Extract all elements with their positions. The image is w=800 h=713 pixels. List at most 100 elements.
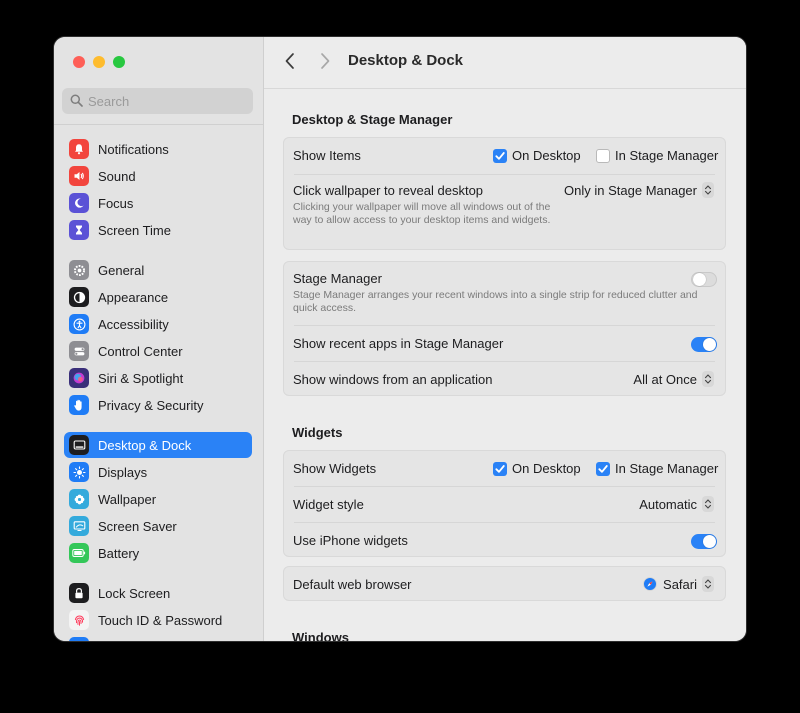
iphone-widgets-row: Use iPhone widgets <box>284 523 725 557</box>
show-widgets-in-stage-manager-label: In Stage Manager <box>615 461 719 476</box>
widget-style-select[interactable]: Automatic <box>639 496 714 512</box>
sidebar-item-screen-time[interactable]: Screen Time <box>64 217 252 243</box>
show-items-on-desktop-checkbox[interactable] <box>493 149 507 163</box>
zoom-window-button[interactable] <box>113 56 125 68</box>
screensaver-icon <box>69 516 89 536</box>
widget-style-label: Widget style <box>293 497 364 512</box>
fingerprint-icon <box>69 610 89 630</box>
section-title-widgets: Widgets <box>292 425 343 440</box>
windows-from-app-select[interactable]: All at Once <box>633 371 714 387</box>
show-widgets-in-stage-manager-checkbox[interactable] <box>596 462 610 476</box>
up-down-chevron-icon <box>702 182 714 198</box>
appearance-icon <box>69 287 89 307</box>
checkmark-icon <box>495 152 505 160</box>
show-items-row: Show Items On Desktop In Stage Manager <box>284 138 725 174</box>
desktop-settings-card: Show Items On Desktop In Stage Manager C… <box>283 137 726 250</box>
accessibility-icon <box>69 314 89 334</box>
click-wallpaper-label: Click wallpaper to reveal desktop <box>293 183 484 198</box>
sidebar-item-accessibility[interactable]: Accessibility <box>64 311 252 337</box>
checkmark-icon <box>495 465 505 473</box>
sidebar-item-desktop-dock[interactable]: Desktop & Dock <box>64 432 252 458</box>
click-wallpaper-value: Only in Stage Manager <box>564 182 697 198</box>
sidebar-item-lock-screen[interactable]: Lock Screen <box>64 580 252 606</box>
sidebar-item-control-center[interactable]: Control Center <box>64 338 252 364</box>
sidebar-item-label: Focus <box>98 195 134 211</box>
search-field[interactable] <box>62 88 253 114</box>
sidebar-item-touch-id[interactable]: Touch ID & Password <box>64 607 252 633</box>
page-title: Desktop & Dock <box>348 52 464 69</box>
safari-icon <box>643 577 657 591</box>
sidebar: Notifications Sound Focus Screen Time <box>54 37 264 641</box>
section-title-windows: Windows <box>292 630 349 641</box>
sidebar-item-label: Touch ID & Password <box>98 612 223 628</box>
speaker-icon <box>69 166 89 186</box>
sidebar-item-label: Control Center <box>98 343 183 359</box>
sidebar-item-focus[interactable]: Focus <box>64 190 252 216</box>
moon-icon <box>69 193 89 213</box>
section-title-desktop-stage-manager: Desktop & Stage Manager <box>292 112 453 127</box>
toggle-knob <box>703 535 716 548</box>
minimize-window-button[interactable] <box>93 56 105 68</box>
show-widgets-row: Show Widgets On Desktop In Stage Manager <box>284 451 725 486</box>
stage-manager-description: Stage Manager arranges your recent windo… <box>293 289 698 314</box>
sidebar-item-privacy-security[interactable]: Privacy & Security <box>64 392 252 418</box>
recent-apps-toggle[interactable] <box>691 337 717 352</box>
sidebar-item-wallpaper[interactable]: Wallpaper <box>64 486 252 512</box>
back-chevron-icon[interactable] <box>284 52 296 70</box>
show-widgets-on-desktop-checkbox[interactable] <box>493 462 507 476</box>
sidebar-item-label: Accessibility <box>98 316 169 332</box>
dock-icon <box>69 435 89 455</box>
settings-window: Notifications Sound Focus Screen Time <box>54 37 746 641</box>
sidebar-item-displays[interactable]: Displays <box>64 459 252 485</box>
show-items-in-stage-manager-checkbox[interactable] <box>596 149 610 163</box>
click-wallpaper-row: Click wallpaper to reveal desktop Clicki… <box>284 175 725 250</box>
show-items-in-stage-manager-label: In Stage Manager <box>615 148 719 163</box>
iphone-widgets-label: Use iPhone widgets <box>293 533 408 548</box>
bell-icon <box>69 139 89 159</box>
toolbar: Desktop & Dock <box>264 37 746 89</box>
sidebar-item-notifications[interactable]: Notifications <box>64 136 252 162</box>
sidebar-item-label: Displays <box>98 464 148 480</box>
close-window-button[interactable] <box>73 56 85 68</box>
iphone-widgets-toggle[interactable] <box>691 534 717 549</box>
browser-card: Default web browser Safari <box>283 566 726 601</box>
sidebar-item-siri-spotlight[interactable]: Siri & Spotlight <box>64 365 252 391</box>
users-icon <box>69 637 89 641</box>
sidebar-item-partial[interactable] <box>64 634 252 641</box>
sidebar-item-screen-saver[interactable]: Screen Saver <box>64 513 252 539</box>
sidebar-item-appearance[interactable]: Appearance <box>64 284 252 310</box>
stage-manager-card: Stage Manager Stage Manager arranges you… <box>283 261 726 396</box>
stage-manager-toggle[interactable] <box>691 272 717 287</box>
widgets-card: Show Widgets On Desktop In Stage Manager… <box>283 450 726 557</box>
sidebar-item-general[interactable]: General <box>64 257 252 283</box>
up-down-chevron-icon <box>702 496 714 512</box>
show-widgets-label: Show Widgets <box>293 461 377 476</box>
sidebar-divider <box>54 124 263 125</box>
hourglass-icon <box>69 220 89 240</box>
sidebar-item-battery[interactable]: Battery <box>64 540 252 566</box>
show-items-on-desktop-label: On Desktop <box>512 148 581 163</box>
sidebar-item-label: Siri & Spotlight <box>98 370 184 386</box>
flower-icon <box>69 489 89 509</box>
hand-icon <box>69 395 89 415</box>
main-content: Desktop & Dock Desktop & Stage Manager S… <box>264 37 746 641</box>
sidebar-item-label: Appearance <box>98 289 169 305</box>
sidebar-item-label: Notifications <box>98 141 169 157</box>
recent-apps-label: Show recent apps in Stage Manager <box>293 336 504 351</box>
sidebar-item-label: Wallpaper <box>98 491 157 507</box>
sidebar-item-label: Privacy & Security <box>98 397 204 413</box>
widget-style-value: Automatic <box>639 496 697 512</box>
forward-chevron-icon[interactable] <box>319 52 331 70</box>
click-wallpaper-select[interactable]: Only in Stage Manager <box>564 182 714 198</box>
sidebar-item-sound[interactable]: Sound <box>64 163 252 189</box>
stage-manager-label: Stage Manager <box>293 271 382 286</box>
sidebar-item-label: General <box>98 262 145 278</box>
windows-from-app-value: All at Once <box>633 371 697 387</box>
stage-manager-row: Stage Manager Stage Manager arranges you… <box>284 262 725 325</box>
sun-icon <box>69 462 89 482</box>
show-items-label: Show Items <box>293 148 361 163</box>
windows-from-app-row: Show windows from an application All at … <box>284 362 725 396</box>
search-input[interactable] <box>88 88 246 114</box>
default-browser-select[interactable]: Safari <box>643 576 714 592</box>
windows-from-app-label: Show windows from an application <box>293 372 493 387</box>
